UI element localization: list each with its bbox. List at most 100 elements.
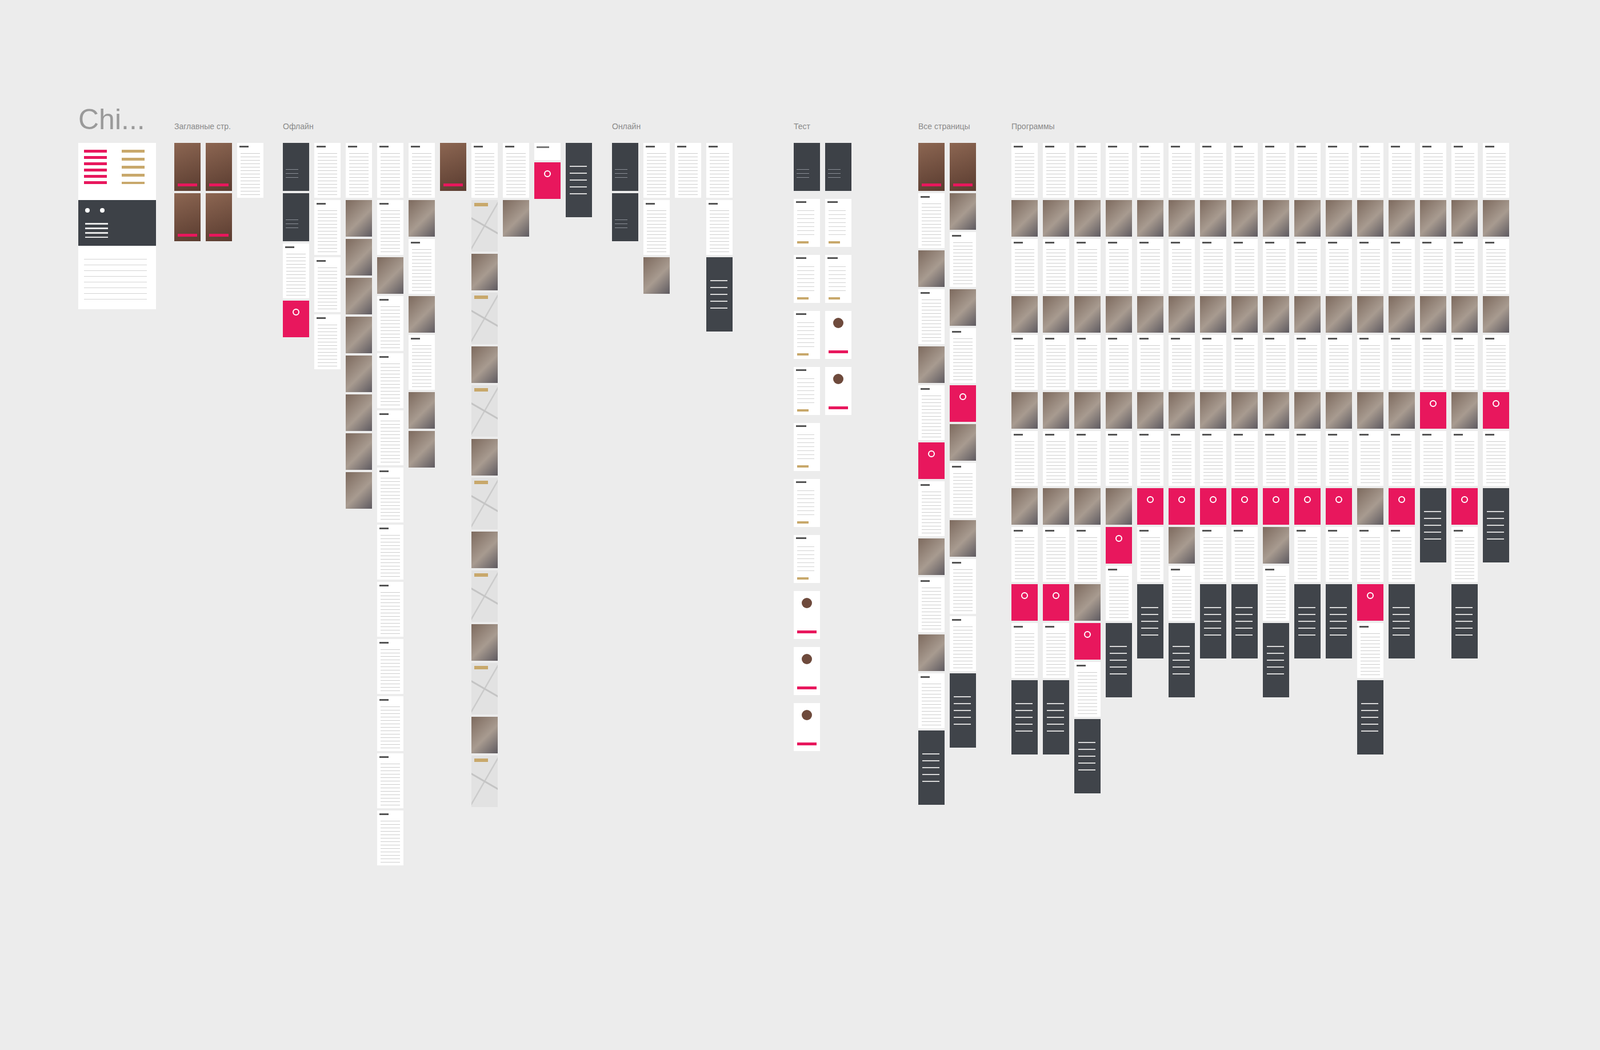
page-thumbnail[interactable] — [949, 289, 976, 326]
page-thumbnail[interactable] — [918, 250, 945, 287]
page-thumbnail[interactable] — [793, 422, 820, 471]
page-thumbnail[interactable] — [949, 142, 976, 191]
page-thumbnail[interactable] — [1231, 238, 1258, 294]
page-thumbnail[interactable] — [1105, 238, 1132, 294]
page-thumbnail[interactable] — [1137, 430, 1164, 486]
page-thumbnail[interactable] — [1451, 200, 1478, 237]
page-thumbnail[interactable] — [643, 257, 670, 294]
page-thumbnail[interactable] — [1011, 142, 1038, 198]
page-thumbnail[interactable] — [1262, 430, 1290, 486]
page-thumbnail[interactable] — [1137, 296, 1164, 333]
page-thumbnail[interactable] — [1451, 392, 1478, 429]
page-thumbnail[interactable] — [1105, 200, 1132, 237]
page-thumbnail[interactable] — [282, 300, 310, 338]
page-thumbnail[interactable] — [793, 142, 820, 191]
page-thumbnail[interactable] — [1042, 142, 1070, 198]
page-thumbnail[interactable] — [1168, 622, 1195, 698]
page-thumbnail[interactable] — [825, 142, 852, 191]
page-thumbnail[interactable] — [1451, 526, 1478, 582]
page-thumbnail[interactable] — [471, 438, 498, 476]
page-thumbnail[interactable] — [1105, 334, 1132, 390]
page-thumbnail[interactable] — [471, 755, 498, 807]
page-thumbnail[interactable] — [1042, 200, 1070, 237]
page-thumbnail[interactable] — [918, 538, 945, 575]
page-thumbnail[interactable] — [1388, 526, 1415, 582]
page-thumbnail[interactable] — [1357, 200, 1384, 237]
page-thumbnail[interactable] — [1042, 488, 1070, 525]
page-thumbnail[interactable] — [1074, 392, 1101, 429]
page-thumbnail[interactable] — [205, 142, 232, 191]
page-thumbnail[interactable] — [471, 570, 498, 622]
page-thumbnail[interactable] — [1200, 296, 1227, 333]
page-thumbnail[interactable] — [1200, 238, 1227, 294]
page-thumbnail[interactable] — [918, 442, 945, 479]
page-thumbnail[interactable] — [1294, 296, 1321, 333]
page-thumbnail[interactable] — [1388, 296, 1415, 333]
page-thumbnail[interactable] — [706, 142, 733, 198]
page-thumbnail[interactable] — [408, 200, 435, 237]
page-thumbnail[interactable] — [1482, 238, 1510, 294]
page-thumbnail[interactable] — [1357, 296, 1384, 333]
page-thumbnail[interactable] — [1074, 661, 1101, 717]
page-thumbnail[interactable] — [1388, 142, 1415, 198]
page-thumbnail[interactable] — [706, 200, 733, 255]
page-thumbnail[interactable] — [1200, 430, 1227, 486]
page-thumbnail[interactable] — [205, 193, 232, 242]
page-thumbnail[interactable] — [282, 193, 310, 242]
page-thumbnail[interactable] — [1325, 392, 1352, 429]
page-thumbnail[interactable] — [471, 253, 498, 291]
page-thumbnail[interactable] — [1074, 334, 1101, 390]
page-thumbnail[interactable] — [345, 142, 372, 198]
page-thumbnail[interactable] — [1042, 680, 1070, 755]
page-thumbnail[interactable] — [1231, 392, 1258, 429]
page-thumbnail[interactable] — [314, 142, 341, 198]
page-thumbnail[interactable] — [345, 394, 372, 431]
page-thumbnail[interactable] — [1262, 142, 1290, 198]
page-thumbnail[interactable] — [1325, 430, 1352, 486]
page-thumbnail[interactable] — [1074, 200, 1101, 237]
page-thumbnail[interactable] — [1357, 488, 1384, 525]
page-thumbnail[interactable] — [1482, 430, 1510, 486]
page-thumbnail[interactable] — [1325, 526, 1352, 582]
page-thumbnail[interactable] — [1231, 142, 1258, 198]
page-thumbnail[interactable] — [408, 142, 435, 198]
page-thumbnail[interactable] — [314, 200, 341, 255]
page-thumbnail[interactable] — [1420, 238, 1447, 294]
page-thumbnail[interactable] — [1420, 142, 1447, 198]
page-thumbnail[interactable] — [674, 142, 702, 198]
page-thumbnail[interactable] — [1357, 142, 1384, 198]
page-thumbnail[interactable] — [377, 696, 404, 751]
page-thumbnail[interactable] — [1420, 392, 1447, 429]
page-thumbnail[interactable] — [1200, 334, 1227, 390]
page-thumbnail[interactable] — [1325, 334, 1352, 390]
page-thumbnail[interactable] — [1105, 488, 1132, 525]
page-thumbnail[interactable] — [1074, 488, 1101, 525]
page-thumbnail[interactable] — [918, 142, 945, 191]
page-thumbnail[interactable] — [1451, 488, 1478, 525]
page-thumbnail[interactable] — [793, 366, 820, 415]
page-thumbnail[interactable] — [377, 467, 404, 523]
page-thumbnail[interactable] — [1200, 526, 1227, 582]
page-thumbnail[interactable] — [1105, 430, 1132, 486]
section-label[interactable]: Заглавные стр. — [174, 121, 264, 132]
page-thumbnail[interactable] — [502, 142, 530, 198]
page-thumbnail[interactable] — [1168, 526, 1195, 564]
page-thumbnail[interactable] — [471, 624, 498, 661]
page-thumbnail[interactable] — [408, 392, 435, 429]
page-thumbnail[interactable] — [1137, 334, 1164, 390]
page-thumbnail[interactable] — [1231, 526, 1258, 582]
page-thumbnail[interactable] — [793, 254, 820, 303]
page-thumbnail[interactable] — [502, 200, 530, 237]
page-thumbnail[interactable] — [471, 385, 498, 437]
page-thumbnail[interactable] — [1357, 584, 1384, 621]
page-thumbnail[interactable] — [1011, 526, 1038, 582]
page-thumbnail[interactable] — [471, 346, 498, 383]
page-thumbnail[interactable] — [1388, 200, 1415, 237]
page-thumbnail[interactable] — [612, 193, 639, 242]
page-thumbnail[interactable] — [1042, 526, 1070, 582]
page-thumbnail[interactable] — [1137, 200, 1164, 237]
page-thumbnail[interactable] — [918, 385, 945, 440]
page-thumbnail[interactable] — [345, 472, 372, 509]
page-thumbnail[interactable] — [471, 531, 498, 568]
page-thumbnail[interactable] — [1262, 238, 1290, 294]
